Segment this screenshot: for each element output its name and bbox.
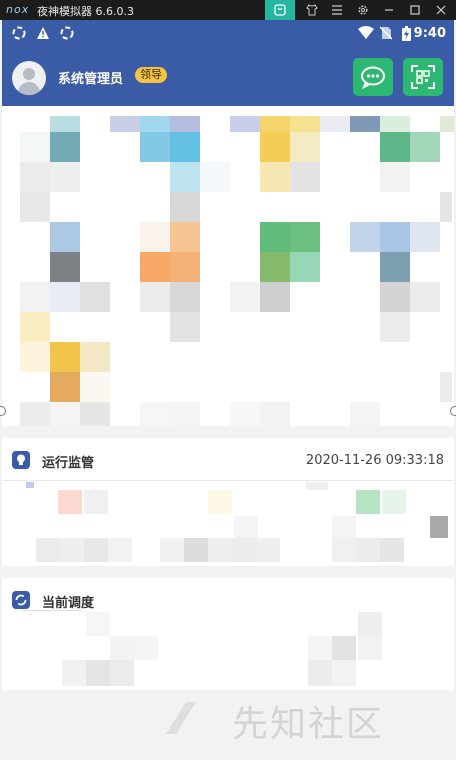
dispatch-section: 当前调度	[2, 578, 454, 690]
pixelated-dashboard-grid	[2, 106, 454, 426]
watermark-text: 先知社区	[232, 704, 385, 745]
qr-scan-icon	[411, 65, 435, 89]
avatar[interactable]	[12, 61, 46, 95]
right-resize-handle[interactable]	[450, 406, 456, 416]
monitor-section-title: 运行监管	[42, 456, 95, 471]
monitor-section: 运行监管 2020-11-26 09:33:18	[2, 438, 454, 566]
emulator-title: 夜神模拟器 6.6.0.3	[37, 5, 134, 18]
sync-icon	[12, 26, 26, 45]
warning-icon	[36, 26, 50, 45]
nox-logo: nox	[6, 3, 30, 16]
chat-button[interactable]	[353, 58, 393, 96]
dispatch-section-title: 当前调度	[42, 596, 95, 611]
lightbulb-icon	[12, 451, 30, 469]
close-icon[interactable]	[426, 0, 456, 20]
battery-icon	[402, 26, 411, 46]
monitor-section-header: 运行监管 2020-11-26 09:33:18	[2, 438, 454, 482]
pixelated-monitor-content	[2, 482, 454, 566]
watermark-logo	[166, 702, 196, 734]
monitor-timestamp: 2020-11-26 09:33:18	[305, 453, 444, 468]
wifi-icon	[358, 26, 374, 45]
qr-scan-button[interactable]	[403, 58, 443, 96]
role-badge: 领导	[135, 67, 167, 83]
clock: 9:40	[413, 26, 446, 41]
store-icon[interactable]	[265, 0, 295, 20]
status-bar: 9:40	[2, 20, 454, 48]
chat-icon	[361, 66, 385, 90]
app-header: 系统管理员 领导	[2, 48, 454, 106]
no-sim-icon	[379, 26, 393, 45]
refresh-icon	[12, 591, 30, 609]
pixelated-dispatch-content	[2, 612, 454, 690]
username: 系统管理员	[58, 72, 124, 87]
sync-icon	[60, 26, 74, 45]
emulator-title-bar: nox 夜神模拟器 6.6.0.3	[0, 0, 456, 20]
